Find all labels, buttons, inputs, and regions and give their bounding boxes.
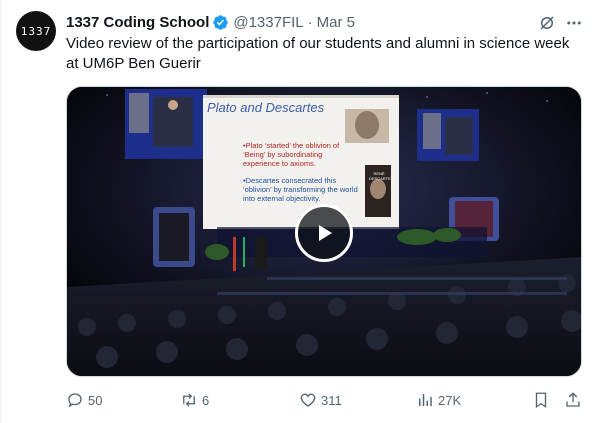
like-icon — [300, 393, 316, 407]
repost-button[interactable]: 6 — [180, 389, 209, 411]
verified-badge-icon[interactable] — [212, 14, 229, 31]
avatar[interactable]: 1337 — [16, 11, 56, 51]
slide-bullet-2: •Descartes consecrated this ‘oblivion’ b… — [243, 176, 358, 203]
bookmark-icon — [535, 392, 547, 409]
tweet-header: 1337 Coding School @1337FIL · Mar 5 — [66, 12, 355, 32]
views-count: 27K — [438, 392, 462, 408]
play-button[interactable] — [295, 204, 353, 262]
grok-button[interactable] — [536, 12, 558, 34]
more-icon — [567, 21, 581, 25]
repost-count: 6 — [202, 392, 210, 408]
reply-count: 50 — [88, 392, 103, 408]
reply-icon — [68, 393, 82, 408]
like-count: 311 — [321, 392, 342, 408]
action-bar: 50 6 311 27K — [66, 389, 586, 411]
reply-button[interactable]: 50 — [66, 389, 102, 411]
portrait-caption: RENÉ DESCARTES — [369, 171, 394, 181]
more-button[interactable] — [563, 12, 585, 34]
retweet-icon — [183, 393, 195, 407]
slide-bullet-1: •Plato ‘started’ the oblivion of ‘Being’… — [243, 141, 340, 168]
video-player[interactable]: Plato and Descartes •Plato ‘started’ the… — [66, 86, 582, 377]
avatar-logo-text: 1337 — [20, 24, 52, 38]
play-icon — [319, 225, 332, 241]
author-handle[interactable]: @1337FIL — [233, 14, 303, 31]
separator-dot: · — [307, 13, 313, 31]
tweet-date[interactable]: Mar 5 — [317, 14, 355, 31]
like-button[interactable]: 311 — [299, 389, 342, 411]
tweet-text: Video review of the participation of our… — [66, 35, 570, 72]
tweet-card[interactable]: 1337 1337 Coding School @1337FIL · Mar 5… — [0, 0, 599, 423]
share-icon — [566, 392, 580, 407]
views-icon — [419, 394, 432, 406]
share-button[interactable] — [564, 389, 582, 411]
grok-icon — [540, 16, 554, 30]
views-button[interactable]: 27K — [416, 389, 461, 411]
bookmark-button[interactable] — [532, 389, 550, 411]
slide-title: Plato and Descartes — [207, 100, 325, 115]
author-name[interactable]: 1337 Coding School — [66, 14, 209, 31]
